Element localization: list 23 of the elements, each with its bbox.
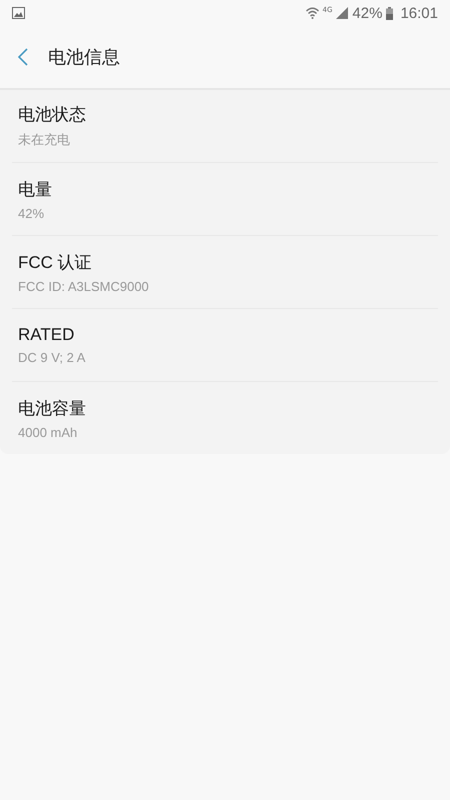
item-title: FCC 认证 — [18, 252, 93, 274]
back-icon[interactable] — [18, 48, 28, 66]
signal-icon — [336, 7, 348, 19]
page-title: 电池信息 — [48, 46, 120, 69]
settings-item[interactable]: 电池状态 未在充电 — [0, 90, 450, 162]
item-title: 电池容量 — [18, 398, 87, 420]
battery-icon — [386, 6, 394, 20]
item-summary: FCC ID: A3LSMC9000 — [18, 278, 150, 294]
item-summary: 未在充电 — [18, 131, 71, 149]
battery-percentage: 42% — [352, 4, 382, 22]
clock-time: 16:01 — [400, 4, 438, 22]
item-title: 电量 — [18, 178, 53, 200]
settings-item[interactable]: RATED DC 9 V; 2 A — [0, 309, 450, 381]
settings-item[interactable]: 电量 42% — [0, 163, 450, 235]
wifi-icon — [306, 7, 319, 19]
item-title: 电池状态 — [18, 104, 87, 126]
image-icon — [12, 7, 25, 19]
item-summary: 42% — [18, 206, 46, 220]
settings-item[interactable]: 电池容量 4000 mAh — [0, 382, 450, 454]
item-summary: DC 9 V; 2 A — [18, 350, 86, 365]
item-title: RATED — [18, 325, 76, 345]
settings-item[interactable]: FCC 认证 FCC ID: A3LSMC9000 — [0, 236, 450, 308]
item-summary: 4000 mAh — [18, 424, 78, 440]
